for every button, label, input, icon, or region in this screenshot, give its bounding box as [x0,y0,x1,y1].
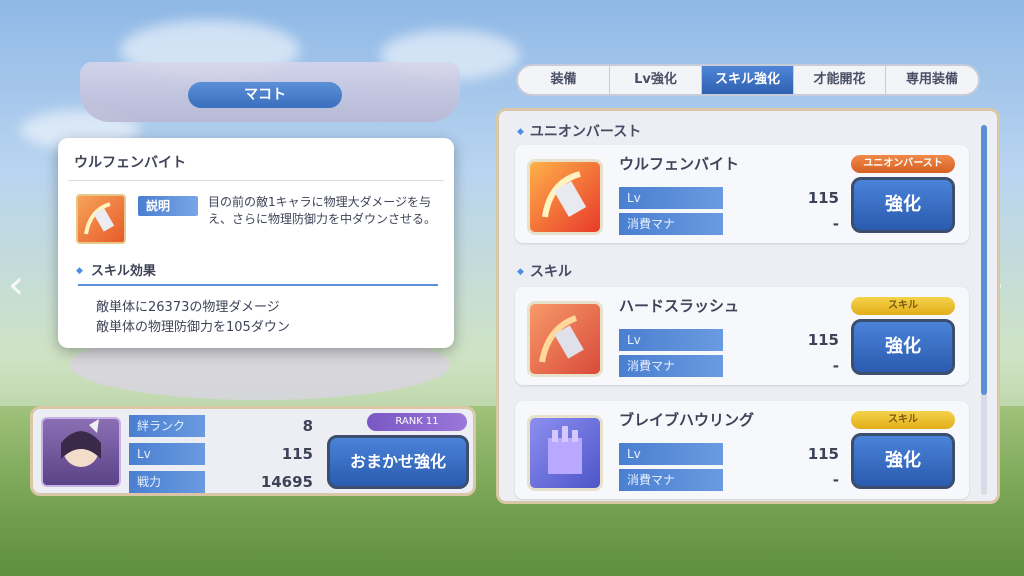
level-label: Lv [619,329,723,351]
skill-tag: スキル [851,411,955,429]
mana-label: 消費マナ [619,213,723,235]
skill-effect-line: 敵単体の物理防御力を105ダウン [96,320,290,335]
union-burst-tag: ユニオンバースト [851,155,955,173]
bond-rank-label: 絆ランク [129,415,205,437]
skill-tooltip[interactable]: ウルフェンバイト 説明 目の前の敵1キャラに物理大ダメージを与え、さらに物理防御… [58,138,454,348]
level-label: Lv [619,443,723,465]
hard-slash-skill-icon[interactable] [527,301,603,377]
mana-value: - [832,471,839,489]
skill-level-row: Lv 115 [619,187,839,209]
skill-mana-row: 消費マナ - [619,213,839,235]
skill-effect-label: スキル効果 [90,264,156,279]
skill-mana-row: 消費マナ - [619,469,839,491]
level-value: 115 [807,445,839,463]
skill-description: 目の前の敵1キャラに物理大ダメージを与え、さらに物理防御力を中ダウンさせる。 [208,195,437,226]
skill-tag: スキル [851,297,955,315]
character-avatar[interactable] [41,417,121,487]
skill-card-union-burst: ウルフェンバイト ユニオンバースト Lv 115 消費マナ - 強化 [515,145,969,243]
prev-character-icon[interactable]: ‹ [8,262,24,308]
tab-unique-equipment[interactable]: 専用装備 [886,66,978,94]
scrollbar-thumb[interactable] [981,125,987,395]
level-label: Lv [129,443,205,465]
mana-value: - [832,357,839,375]
enhance-button[interactable]: 強化 [851,433,955,489]
tab-equipment[interactable]: 装備 [518,66,610,94]
level-value: 115 [281,445,313,463]
enhance-button[interactable]: 強化 [851,177,955,233]
mana-label: 消費マナ [619,355,723,377]
diamond-bullet-icon: ◆ [76,266,83,276]
character-name-banner: マコト [188,82,342,108]
skill-card-1: ハードスラッシュ スキル Lv 115 消費マナ - 強化 [515,287,969,385]
bond-rank-value: 8 [302,417,313,435]
tab-level-up[interactable]: Lv強化 [610,66,702,94]
skill-level-row: Lv 115 [619,329,839,351]
skill-name: ブレイブハウリング [619,411,755,429]
tooltip-title: ウルフェンバイト [74,155,186,171]
level-label: Lv [619,187,723,209]
skill-effect-line: 敵単体に26373の物理ダメージ [96,300,280,315]
skill-card-2: ブレイブハウリング スキル Lv 115 消費マナ - 強化 [515,401,969,499]
skill-name: ハードスラッシュ [619,297,740,315]
tooltip-skill-icon [76,194,126,244]
enhance-button[interactable]: 強化 [851,319,955,375]
skill-mana-row: 消費マナ - [619,355,839,377]
skill-panel: ユニオンバースト ウルフェンバイト ユニオンバースト Lv 115 消費マナ -… [496,108,1000,504]
effect-divider [78,284,438,286]
auto-enhance-button[interactable]: おまかせ強化 [327,435,469,489]
menu-tabs: 装備 Lv強化 スキル強化 才能開花 専用装備 [516,64,980,96]
character-status-panel: 絆ランク 8 Lv 115 戦力 14695 RANK 11 おまかせ強化 [30,406,476,496]
skill-effect-title: ◆ スキル効果 [76,260,156,279]
brave-howling-skill-icon[interactable] [527,415,603,491]
level-row: Lv 115 [129,443,313,465]
tab-talent-bloom[interactable]: 才能開花 [794,66,886,94]
mana-value: - [832,215,839,233]
rank-badge: RANK 11 [367,413,467,431]
power-label: 戦力 [129,471,205,493]
union-burst-section-title: ユニオンバースト [517,121,641,141]
power-value: 14695 [260,473,313,491]
skill-name: ウルフェンバイト [619,155,740,173]
skill-level-row: Lv 115 [619,443,839,465]
mana-label: 消費マナ [619,469,723,491]
description-tag: 説明 [138,196,198,216]
level-value: 115 [807,331,839,349]
union-burst-skill-icon[interactable] [527,159,603,235]
divider [68,180,444,181]
level-value: 115 [807,189,839,207]
bond-rank-row: 絆ランク 8 [129,415,313,437]
skill-section-title: スキル [517,261,572,281]
tab-skill-enhance[interactable]: スキル強化 [702,66,794,94]
power-row: 戦力 14695 [129,471,313,493]
